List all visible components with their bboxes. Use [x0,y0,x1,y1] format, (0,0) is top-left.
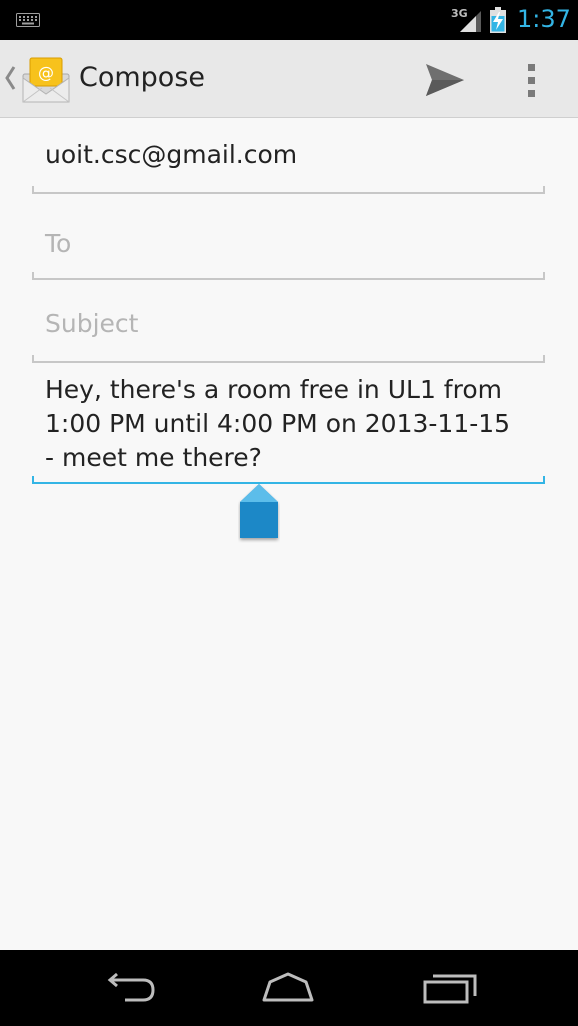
back-icon[interactable] [97,968,161,1008]
to-field[interactable]: To [32,194,545,280]
clock: 1:37 [517,5,571,33]
overflow-menu-icon[interactable] [516,58,548,102]
subject-placeholder: Subject [45,309,139,338]
page-title: Compose [79,62,206,93]
status-bar: 3G 1:37 [0,0,578,40]
body-underline-focused [32,476,545,484]
body-text: Hey, there's a room free in UL1 from 1:0… [45,375,511,472]
to-placeholder: To [45,229,72,258]
svg-text:@: @ [38,63,54,82]
up-caret-icon[interactable] [4,64,16,92]
home-icon[interactable] [256,968,320,1008]
navigation-bar [0,950,578,1026]
body-field[interactable]: Hey, there's a room free in UL1 from 1:0… [32,363,545,484]
from-field[interactable]: uoit.csc@gmail.com [32,118,545,194]
signal-icon [460,11,481,32]
text-cursor-handle[interactable] [238,482,280,544]
battery-charging-icon [490,7,506,33]
subject-field[interactable]: Subject [32,280,545,363]
send-icon[interactable] [420,56,468,104]
action-bar: @ Compose [0,40,578,118]
email-app-icon[interactable]: @ [20,54,72,106]
keyboard-icon [16,13,40,27]
compose-form: uoit.csc@gmail.com To Subject Hey, there… [0,118,578,950]
recents-icon[interactable] [419,968,483,1008]
from-value: uoit.csc@gmail.com [45,140,298,169]
